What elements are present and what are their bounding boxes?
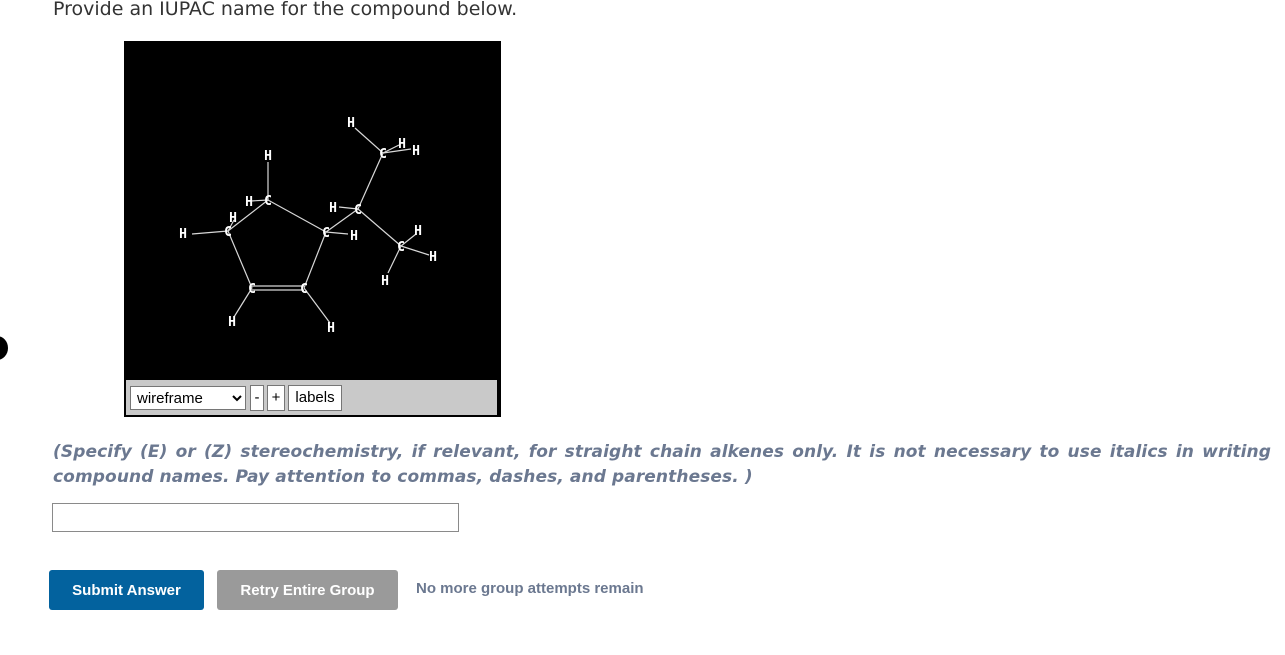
atom-label: C <box>264 194 272 209</box>
zoom-out-button[interactable]: - <box>250 385 264 411</box>
atom-label: H <box>398 137 406 152</box>
atom-label: H <box>327 321 335 336</box>
render-mode-select[interactable]: wireframe <box>130 386 246 410</box>
atom-label: H <box>414 224 422 239</box>
toggle-labels-button[interactable]: labels <box>288 385 342 411</box>
atom-label: C <box>397 240 405 255</box>
attempts-status: No more group attempts remain <box>416 580 644 597</box>
answer-input[interactable] <box>52 503 459 532</box>
molecule-viewer[interactable]: C C C C C C C C H H H H H H H H H H H H … <box>124 41 501 417</box>
atom-label: H <box>329 201 337 216</box>
atom-label: C <box>354 203 362 218</box>
retry-group-button[interactable]: Retry Entire Group <box>217 570 398 610</box>
instructions-text: (Specify (E) or (Z) stereochemistry, if … <box>53 442 1271 487</box>
atom-label: H <box>412 144 420 159</box>
atom-label: H <box>228 315 236 330</box>
atom-label: H <box>229 211 237 226</box>
atom-label: C <box>300 282 308 297</box>
atom-label: H <box>381 274 389 289</box>
atom-label: H <box>350 229 358 244</box>
atom-label: H <box>429 250 437 265</box>
atom-label: H <box>179 227 187 242</box>
edge-indicator <box>0 336 8 360</box>
atom-label: H <box>245 195 253 210</box>
atom-label: C <box>322 226 330 241</box>
atom-label: C <box>248 282 256 297</box>
zoom-in-button[interactable]: + <box>267 385 285 411</box>
submit-answer-button[interactable]: Submit Answer <box>49 570 204 610</box>
atom-label: H <box>347 116 355 131</box>
molecule-canvas[interactable]: C C C C C C C C H H H H H H H H H H H H … <box>124 41 501 380</box>
atom-label: H <box>264 149 272 164</box>
atom-label: C <box>224 225 232 240</box>
viewer-toolbar: wireframe - + labels <box>126 380 497 415</box>
atom-label: C <box>379 147 387 162</box>
question-prompt: Provide an IUPAC name for the compound b… <box>53 0 518 20</box>
